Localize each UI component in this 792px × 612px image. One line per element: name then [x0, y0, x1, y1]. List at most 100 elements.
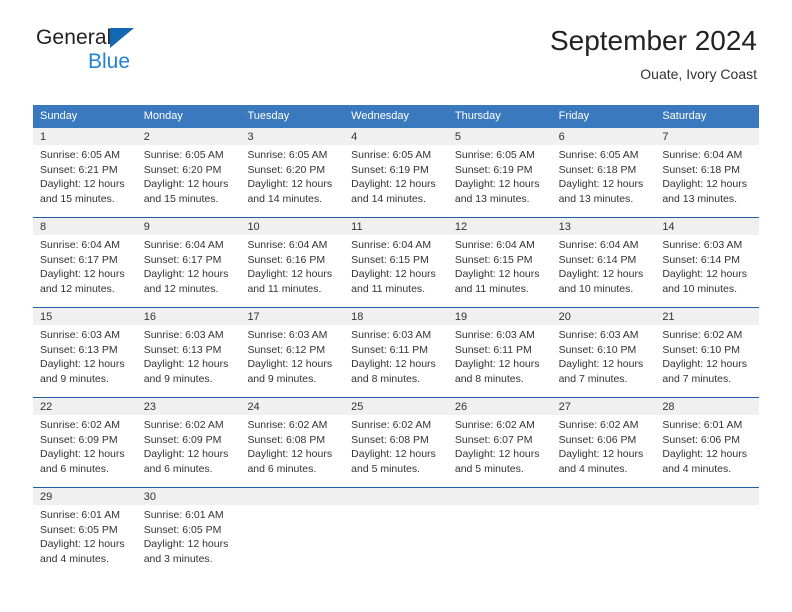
day-cell[interactable]: 14 Sunrise: 6:03 AM Sunset: 6:14 PM Dayl…: [655, 218, 760, 307]
sunset-text: Sunset: 6:15 PM: [454, 253, 533, 266]
sunrise-text: Sunrise: 6:04 AM: [558, 239, 639, 251]
day-cell[interactable]: 23 Sunrise: 6:02 AM Sunset: 6:09 PM Dayl…: [136, 398, 241, 487]
day-cell[interactable]: 4 Sunrise: 6:05 AM Sunset: 6:19 PM Dayli…: [344, 128, 448, 217]
day-number: 22: [33, 398, 137, 415]
day-cell[interactable]: 6 Sunrise: 6:05 AM Sunset: 6:18 PM Dayli…: [551, 128, 656, 217]
daylight-text-line1: Daylight: 12 hours: [143, 538, 229, 551]
sunrise-text: Sunrise: 6:03 AM: [454, 329, 535, 341]
week-row: 22 Sunrise: 6:02 AM Sunset: 6:09 PM Dayl…: [33, 397, 760, 487]
sunrise-text: Sunrise: 6:02 AM: [454, 419, 535, 431]
day-cell[interactable]: 21 Sunrise: 6:02 AM Sunset: 6:10 PM Dayl…: [655, 308, 760, 397]
day-details: Sunrise: 6:04 AM Sunset: 6:17 PM Dayligh…: [137, 235, 241, 307]
day-number: 17: [240, 308, 345, 325]
day-number: [655, 488, 760, 505]
day-cell[interactable]: 29 Sunrise: 6:01 AM Sunset: 6:05 PM Dayl…: [33, 488, 137, 577]
day-cell[interactable]: 5 Sunrise: 6:05 AM Sunset: 6:19 PM Dayli…: [447, 128, 552, 217]
day-cell[interactable]: 13 Sunrise: 6:04 AM Sunset: 6:14 PM Dayl…: [551, 218, 656, 307]
day-cell[interactable]: 19 Sunrise: 6:03 AM Sunset: 6:11 PM Dayl…: [447, 308, 552, 397]
daylight-text-line1: Daylight: 12 hours: [247, 448, 333, 461]
daylight-text-line2: and 7 minutes.: [558, 372, 628, 385]
daylight-text-line1: Daylight: 12 hours: [454, 268, 540, 281]
daylight-text-line1: Daylight: 12 hours: [558, 268, 644, 281]
day-cell[interactable]: 7 Sunrise: 6:04 AM Sunset: 6:18 PM Dayli…: [655, 128, 760, 217]
daylight-text-line1: Daylight: 12 hours: [247, 358, 333, 371]
day-details: Sunrise: 6:04 AM Sunset: 6:14 PM Dayligh…: [552, 235, 656, 307]
day-cell[interactable]: 1 Sunrise: 6:05 AM Sunset: 6:21 PM Dayli…: [33, 128, 137, 217]
daylight-text-line1: Daylight: 12 hours: [351, 268, 436, 281]
weekday-header-friday: Friday: [558, 110, 590, 122]
daylight-text-line1: Daylight: 12 hours: [40, 268, 125, 281]
day-details: Sunrise: 6:05 AM Sunset: 6:21 PM Dayligh…: [33, 145, 137, 217]
day-cell[interactable]: 12 Sunrise: 6:04 AM Sunset: 6:15 PM Dayl…: [447, 218, 552, 307]
location-subtitle: Ouate, Ivory Coast: [640, 66, 757, 82]
sunset-text: Sunset: 6:20 PM: [247, 163, 326, 176]
day-cell[interactable]: 26 Sunrise: 6:02 AM Sunset: 6:07 PM Dayl…: [447, 398, 552, 487]
day-number: 1: [33, 128, 137, 145]
daylight-text-line1: Daylight: 12 hours: [351, 448, 436, 461]
day-details: Sunrise: 6:02 AM Sunset: 6:08 PM Dayligh…: [240, 415, 344, 487]
daylight-text-line2: and 11 minutes.: [351, 282, 426, 295]
day-cell[interactable]: 22 Sunrise: 6:02 AM Sunset: 6:09 PM Dayl…: [33, 398, 137, 487]
sunrise-text: Sunrise: 6:03 AM: [40, 329, 120, 341]
day-cell[interactable]: 28 Sunrise: 6:01 AM Sunset: 6:06 PM Dayl…: [655, 398, 760, 487]
sunrise-text: Sunrise: 6:05 AM: [40, 149, 120, 161]
daylight-text-line2: and 14 minutes.: [247, 192, 323, 205]
day-cell[interactable]: 9 Sunrise: 6:04 AM Sunset: 6:17 PM Dayli…: [136, 218, 241, 307]
day-number: 6: [551, 128, 656, 145]
day-number: 13: [551, 218, 656, 235]
sunset-text: Sunset: 6:18 PM: [558, 163, 637, 176]
daylight-text-line1: Daylight: 12 hours: [40, 358, 125, 371]
day-number: 20: [551, 308, 656, 325]
day-cell[interactable]: 27 Sunrise: 6:02 AM Sunset: 6:06 PM Dayl…: [551, 398, 656, 487]
day-cell[interactable]: 18 Sunrise: 6:03 AM Sunset: 6:11 PM Dayl…: [344, 308, 448, 397]
day-number: 19: [447, 308, 552, 325]
day-details: Sunrise: 6:03 AM Sunset: 6:12 PM Dayligh…: [240, 325, 344, 397]
day-cell[interactable]: 17 Sunrise: 6:03 AM Sunset: 6:12 PM Dayl…: [240, 308, 345, 397]
day-details: Sunrise: 6:03 AM Sunset: 6:13 PM Dayligh…: [137, 325, 241, 397]
day-cell[interactable]: 25 Sunrise: 6:02 AM Sunset: 6:08 PM Dayl…: [344, 398, 448, 487]
sunrise-text: Sunrise: 6:03 AM: [143, 329, 224, 341]
day-details: Sunrise: 6:01 AM Sunset: 6:06 PM Dayligh…: [655, 415, 759, 487]
daylight-text-line2: and 11 minutes.: [454, 282, 529, 295]
day-cell[interactable]: 15 Sunrise: 6:03 AM Sunset: 6:13 PM Dayl…: [33, 308, 137, 397]
daylight-text-line1: Daylight: 12 hours: [454, 448, 540, 461]
day-cell[interactable]: 20 Sunrise: 6:03 AM Sunset: 6:10 PM Dayl…: [551, 308, 656, 397]
title-block: September 2024 Ouate, Ivory Coast: [550, 24, 757, 84]
day-number: 27: [551, 398, 656, 415]
sunset-text: Sunset: 6:12 PM: [247, 343, 326, 356]
week-row: 8 Sunrise: 6:04 AM Sunset: 6:17 PM Dayli…: [33, 217, 760, 307]
day-details: Sunrise: 6:03 AM Sunset: 6:11 PM Dayligh…: [344, 325, 448, 397]
daylight-text-line1: Daylight: 12 hours: [454, 358, 540, 371]
day-details: Sunrise: 6:04 AM Sunset: 6:18 PM Dayligh…: [655, 145, 759, 217]
day-cell[interactable]: 16 Sunrise: 6:03 AM Sunset: 6:13 PM Dayl…: [136, 308, 241, 397]
daylight-text-line2: and 15 minutes.: [143, 192, 219, 205]
day-cell[interactable]: 2 Sunrise: 6:05 AM Sunset: 6:20 PM Dayli…: [136, 128, 241, 217]
daylight-text-line1: Daylight: 12 hours: [558, 178, 644, 191]
day-cell[interactable]: 10 Sunrise: 6:04 AM Sunset: 6:16 PM Dayl…: [240, 218, 345, 307]
sunrise-text: Sunrise: 6:04 AM: [662, 149, 743, 161]
day-cell[interactable]: 30 Sunrise: 6:01 AM Sunset: 6:05 PM Dayl…: [136, 488, 241, 577]
day-cell[interactable]: 24 Sunrise: 6:02 AM Sunset: 6:08 PM Dayl…: [240, 398, 345, 487]
sunset-text: Sunset: 6:14 PM: [558, 253, 637, 266]
sunrise-text: Sunrise: 6:03 AM: [662, 239, 743, 251]
day-number: 14: [655, 218, 760, 235]
day-cell[interactable]: 3 Sunrise: 6:05 AM Sunset: 6:20 PM Dayli…: [240, 128, 345, 217]
sunset-text: Sunset: 6:13 PM: [40, 343, 118, 356]
day-cell: [344, 488, 448, 577]
sunrise-text: Sunrise: 6:04 AM: [454, 239, 535, 251]
sunrise-text: Sunrise: 6:02 AM: [351, 419, 432, 431]
sunset-text: Sunset: 6:08 PM: [351, 433, 429, 446]
day-cell[interactable]: 11 Sunrise: 6:04 AM Sunset: 6:15 PM Dayl…: [344, 218, 448, 307]
sunset-text: Sunset: 6:11 PM: [351, 343, 429, 356]
weekday-header-sunday: Sunday: [40, 110, 78, 122]
logo-text-general: General: [36, 26, 112, 49]
day-details: Sunrise: 6:02 AM Sunset: 6:10 PM Dayligh…: [655, 325, 759, 397]
day-number: 25: [344, 398, 448, 415]
daylight-text-line1: Daylight: 12 hours: [454, 178, 540, 191]
sunrise-text: Sunrise: 6:05 AM: [558, 149, 639, 161]
sunset-text: Sunset: 6:06 PM: [662, 433, 740, 446]
day-cell[interactable]: 8 Sunrise: 6:04 AM Sunset: 6:17 PM Dayli…: [33, 218, 137, 307]
day-details: Sunrise: 6:05 AM Sunset: 6:19 PM Dayligh…: [448, 145, 552, 217]
daylight-text-line2: and 9 minutes.: [40, 372, 109, 385]
day-number: 7: [655, 128, 760, 145]
